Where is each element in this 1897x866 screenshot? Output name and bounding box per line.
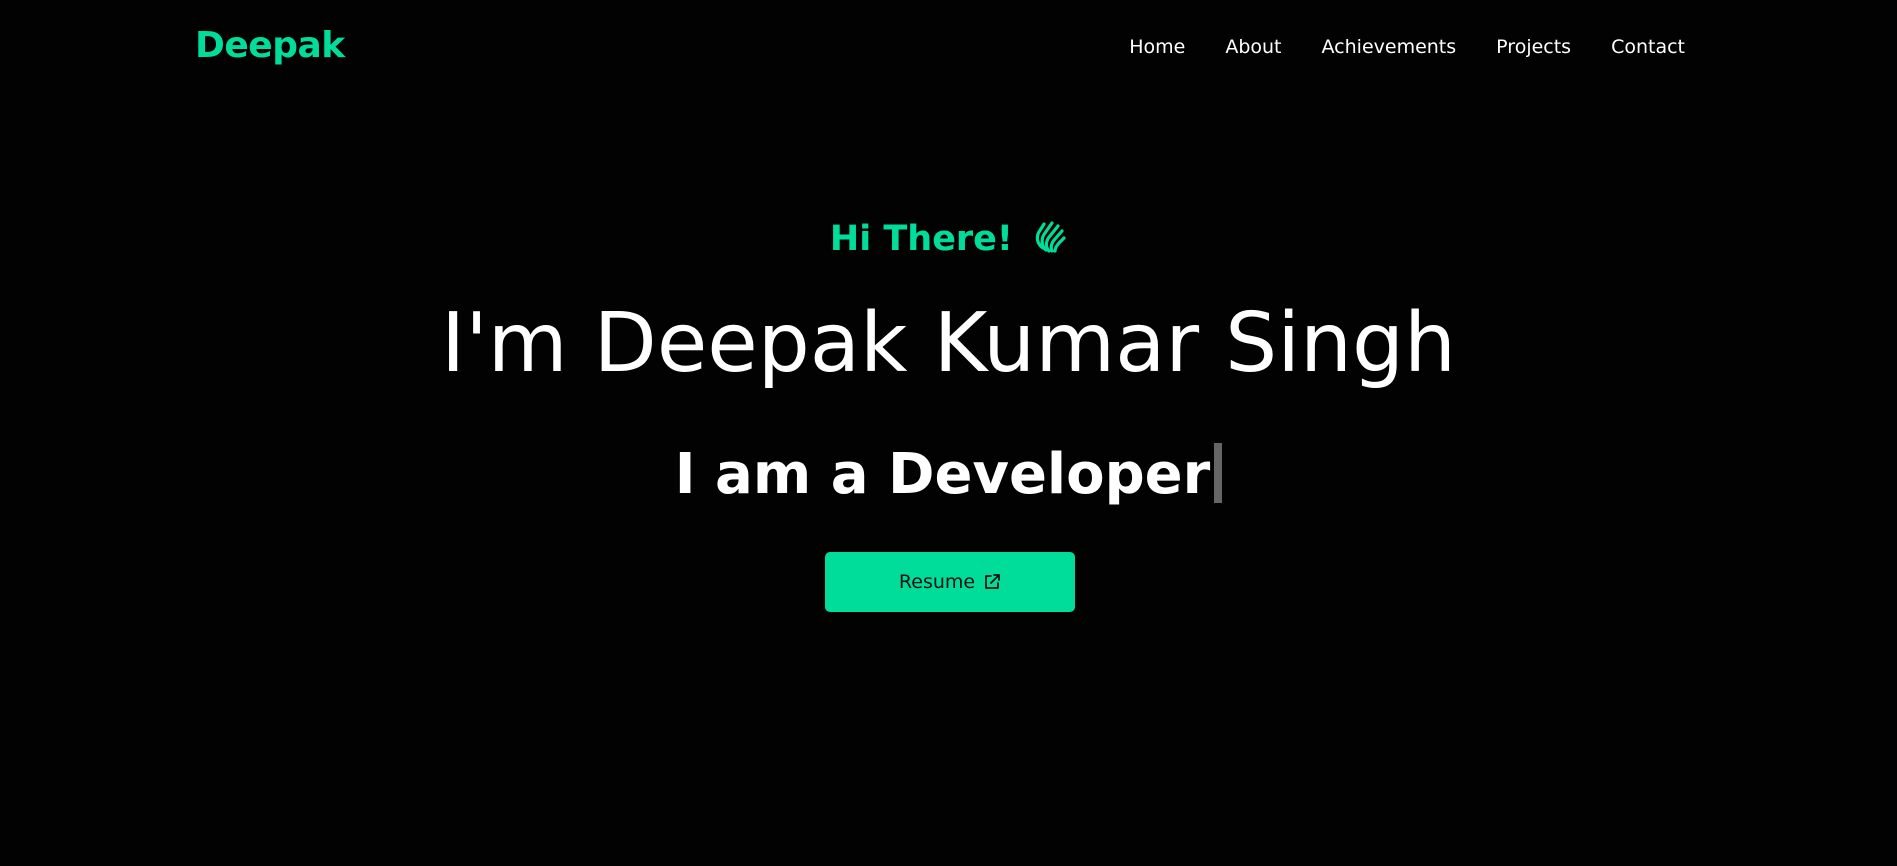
nav-link-home[interactable]: Home [1129, 36, 1185, 58]
nav-item-achievements: Achievements [1322, 38, 1457, 57]
nav-link-achievements[interactable]: Achievements [1322, 36, 1457, 58]
nav-item-projects: Projects [1496, 38, 1571, 57]
hero-name: I'm Deepak Kumar Singh [441, 296, 1456, 391]
hero-role: I am a Developer [0, 443, 1897, 503]
nav-link-contact[interactable]: Contact [1611, 36, 1685, 58]
typing-cursor [1214, 443, 1223, 503]
resume-label: Resume [898, 571, 976, 593]
nav-item-about: About [1225, 38, 1281, 57]
nav-link-about[interactable]: About [1225, 36, 1281, 58]
hero-greeting: Hi There! [0, 218, 1897, 261]
page: Deepak Home About Achievements Projects … [0, 0, 1897, 866]
nav-item-contact: Contact [1611, 38, 1685, 57]
main-nav: Home About Achievements Projects Contact [1129, 38, 1685, 57]
greeting-text: Hi There! [829, 219, 1013, 259]
nav-item-home: Home [1129, 38, 1185, 57]
waving-hand-icon [1033, 218, 1067, 261]
site-logo[interactable]: Deepak [195, 28, 345, 64]
role-text: I am a Developer [674, 442, 1211, 507]
external-link-icon [983, 573, 1001, 591]
nav-link-projects[interactable]: Projects [1496, 36, 1571, 58]
resume-button[interactable]: Resume [825, 552, 1075, 612]
